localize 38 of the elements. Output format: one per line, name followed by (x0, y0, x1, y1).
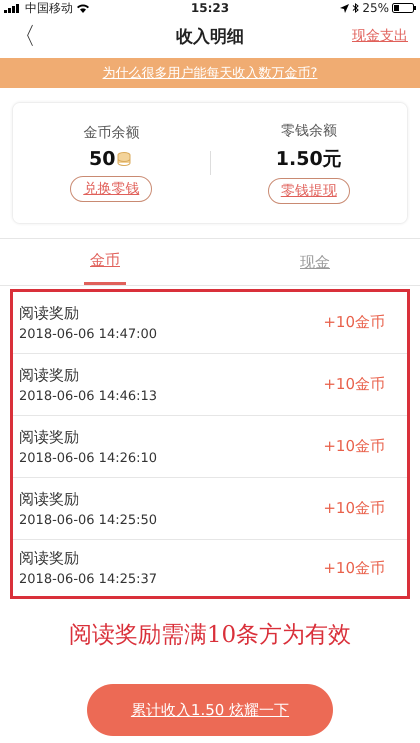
tab[interactable]: 现金 (210, 239, 420, 285)
cash-expense-link[interactable]: 现金支出 (338, 27, 408, 45)
share-button[interactable]: 累计收入1.50 炫耀一下 (87, 684, 333, 736)
record-title: 阅读奖励 (19, 549, 80, 568)
record-amount: +10金币 (323, 375, 385, 394)
promo-link[interactable]: 为什么很多用户能每天收入数万金币? (102, 64, 318, 82)
balance-action-button[interactable]: 兑换零钱 (70, 176, 152, 202)
record-amount: +10金币 (323, 313, 385, 332)
record-title: 阅读奖励 (19, 490, 80, 508)
record-title: 阅读奖励 (19, 366, 80, 384)
record-amount: +10金币 (323, 437, 385, 456)
battery-percent: 25% (362, 2, 389, 14)
record-time: 2018-06-06 14:46:13 (19, 388, 158, 404)
battery-icon (392, 3, 416, 13)
carrier-name: 中国移动 (25, 2, 73, 14)
location-icon (340, 4, 350, 12)
balance-value: 1.50元 (276, 147, 342, 172)
back-button[interactable]: 〈 (12, 20, 82, 52)
page-title: 收入明细 (176, 26, 244, 48)
record-time: 2018-06-06 14:47:00 (19, 326, 158, 342)
record-amount: +10金币 (323, 558, 385, 578)
balance-label: 金币余额 (83, 124, 140, 142)
tab[interactable]: 金币 (84, 239, 126, 285)
balance-label: 零钱余额 (280, 122, 337, 140)
record-amount: +10金币 (323, 499, 385, 518)
coin-stack-icon (117, 152, 134, 166)
record-title: 阅读奖励 (19, 428, 80, 446)
signal-icon (4, 4, 22, 12)
status-time: 15:23 (190, 2, 230, 14)
wifi-icon (76, 4, 90, 12)
record-time: 2018-06-06 14:26:10 (19, 450, 158, 466)
balance-action-button[interactable]: 零钱提现 (268, 178, 350, 204)
balance-value: 50 (89, 148, 116, 170)
record-title: 阅读奖励 (19, 304, 80, 322)
record-time: 2018-06-06 14:25:37 (19, 572, 158, 587)
record-time: 2018-06-06 14:25:50 (19, 512, 158, 528)
annotation-note: 阅读奖励需满10条方为有效 (68, 621, 352, 650)
bluetooth-icon (352, 3, 360, 13)
